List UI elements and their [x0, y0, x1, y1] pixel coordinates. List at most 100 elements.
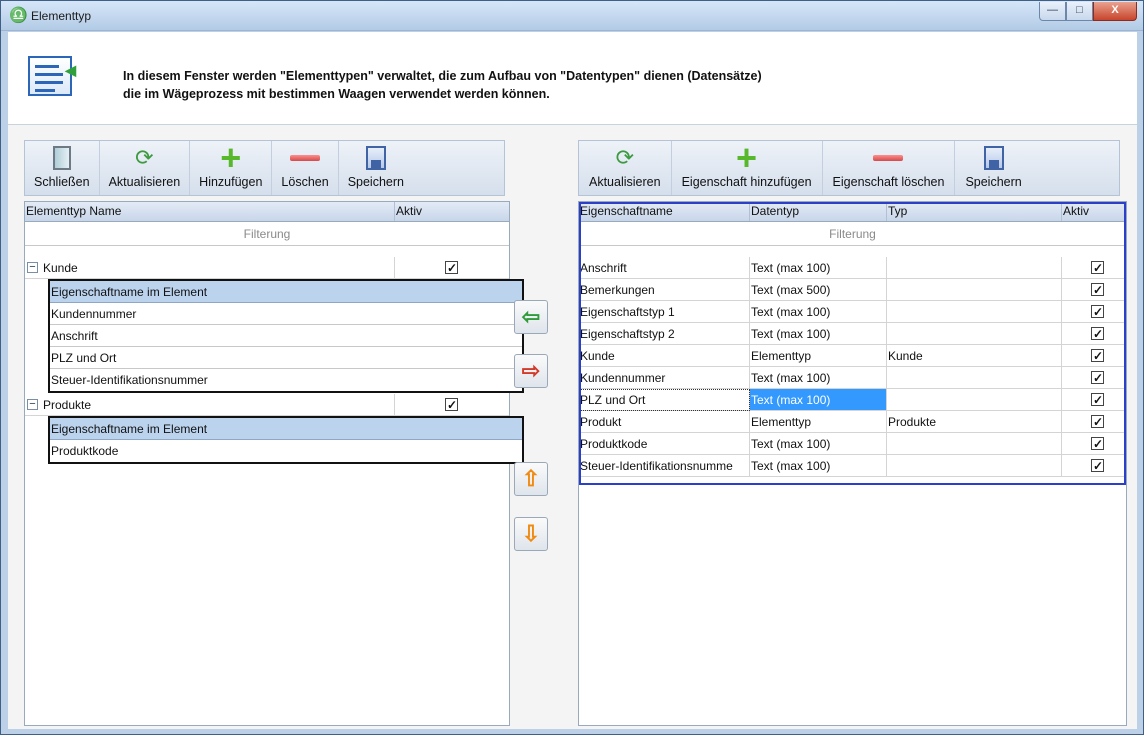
cell-name[interactable]: Steuer-Identifikationsnumme [579, 455, 750, 477]
close-button[interactable]: X [1093, 2, 1137, 21]
cell-datatype[interactable]: Text (max 500) [750, 279, 887, 301]
left-toolbar: Schließen ⟳ Aktualisieren + Hinzufügen L… [24, 140, 505, 196]
table-row[interactable]: Bemerkungen Text (max 500) [579, 279, 1126, 301]
move-left-button[interactable]: ⇦ [514, 300, 548, 334]
filter-row[interactable]: Filterung [579, 222, 1126, 246]
move-up-button[interactable]: ⇧ [514, 462, 548, 496]
cell-datatype[interactable]: Elementtyp [750, 411, 887, 433]
cell-datatype[interactable]: Text (max 100) [750, 323, 887, 345]
maximize-button[interactable]: □ [1066, 2, 1093, 21]
add-property-button[interactable]: + Eigenschaft hinzufügen [672, 140, 823, 195]
info-text: In diesem Fenster werden "Elementtypen" … [123, 67, 762, 103]
cell-name[interactable]: Kundennummer [579, 367, 750, 389]
detail-header[interactable]: Eigenschaftname im Element [50, 281, 522, 303]
cell-datatype[interactable]: Text (max 100) [750, 367, 887, 389]
cell-datatype[interactable]: Text (max 100) [750, 455, 887, 477]
active-checkbox[interactable] [1091, 323, 1104, 344]
list-item[interactable]: Steuer-Identifikationsnummer [50, 369, 522, 391]
table-row[interactable]: Steuer-Identifikationsnumme Text (max 100… [579, 455, 1126, 477]
cell-type[interactable] [887, 257, 1062, 279]
cell-name[interactable]: PLZ und Ort [579, 389, 750, 411]
collapse-icon[interactable]: − [27, 399, 38, 410]
list-item[interactable]: PLZ und Ort [50, 347, 522, 369]
save-left-button[interactable]: Speichern [339, 141, 413, 195]
table-row[interactable]: Anschrift Text (max 100) [579, 257, 1126, 279]
active-checkbox[interactable] [1091, 433, 1104, 454]
cell-datatype[interactable]: Text (max 100) [750, 257, 887, 279]
cell-datatype[interactable]: Elementtyp [750, 345, 887, 367]
table-row[interactable]: Eigenschaftstyp 1 Text (max 100) [579, 301, 1126, 323]
minimize-button[interactable]: — [1039, 2, 1066, 21]
produkte-detail-table: Eigenschaftname im Element Produktkode [48, 416, 524, 464]
active-checkbox[interactable] [445, 394, 458, 415]
cell-type[interactable] [887, 455, 1062, 477]
refresh-left-label: Aktualisieren [108, 175, 181, 189]
table-row[interactable]: Produkt Elementtyp Produkte [579, 411, 1126, 433]
cell-type[interactable] [887, 301, 1062, 323]
cell-type[interactable] [887, 367, 1062, 389]
column-header-datatype[interactable]: Datentyp [750, 202, 887, 221]
group-row-produkte[interactable]: − Produkte [25, 394, 509, 416]
active-checkbox[interactable] [1091, 367, 1104, 388]
cell-type[interactable]: Kunde [887, 345, 1062, 367]
move-right-button[interactable]: ⇨ [514, 354, 548, 388]
cell-name[interactable]: Anschrift [579, 257, 750, 279]
active-checkbox[interactable] [445, 257, 458, 278]
list-icon: ◀ [28, 56, 76, 96]
window: ♎ Elementtyp — □ X ◀ In diesem Fenster w… [0, 0, 1144, 735]
table-row[interactable]: Kunde Elementtyp Kunde [579, 345, 1126, 367]
column-header-type[interactable]: Typ [887, 202, 1062, 221]
active-checkbox[interactable] [1091, 411, 1104, 432]
table-row[interactable]: PLZ und Ort Text (max 100) [579, 389, 1126, 411]
move-down-button[interactable]: ⇩ [514, 517, 548, 551]
save-right-button[interactable]: Speichern [955, 141, 1031, 195]
active-checkbox[interactable] [1091, 389, 1104, 410]
scale-icon: ♎ [9, 7, 28, 24]
list-item[interactable]: Anschrift [50, 325, 522, 347]
cell-type[interactable] [887, 433, 1062, 455]
add-element-button[interactable]: + Hinzufügen [190, 140, 273, 195]
column-header-name[interactable]: Eigenschaftname [579, 202, 750, 221]
active-checkbox[interactable] [1091, 455, 1104, 476]
detail-header[interactable]: Eigenschaftname im Element [50, 418, 522, 440]
cell-datatype[interactable]: Text (max 100) [750, 433, 887, 455]
property-grid: Eigenschaftname Datentyp Typ Aktiv Filte… [578, 201, 1127, 726]
save-icon [983, 146, 1004, 170]
table-row[interactable]: Eigenschaftstyp 2 Text (max 100) [579, 323, 1126, 345]
cell-name[interactable]: Produktkode [579, 433, 750, 455]
delete-property-button[interactable]: Eigenschaft löschen [823, 141, 956, 195]
save-right-label: Speichern [965, 175, 1022, 189]
active-checkbox[interactable] [1091, 345, 1104, 366]
cell-type[interactable]: Produkte [887, 411, 1062, 433]
list-item[interactable]: Kundennummer [50, 303, 522, 325]
active-checkbox[interactable] [1091, 301, 1104, 322]
close-element-button[interactable]: Schließen [25, 141, 100, 195]
delete-element-button[interactable]: Löschen [272, 141, 339, 195]
table-row[interactable]: Kundennummer Text (max 100) [579, 367, 1126, 389]
cell-name[interactable]: Kunde [579, 345, 750, 367]
list-item[interactable]: Produktkode [50, 440, 522, 462]
column-header-active[interactable]: Aktiv [1062, 202, 1126, 221]
refresh-right-button[interactable]: ⟳ Aktualisieren [579, 141, 672, 195]
active-checkbox[interactable] [1091, 279, 1104, 300]
cell-name[interactable]: Eigenschaftstyp 2 [579, 323, 750, 345]
cell-type[interactable] [887, 389, 1062, 411]
column-header-name[interactable]: Elementtyp Name [25, 202, 395, 221]
group-row-kunde[interactable]: − Kunde [25, 257, 509, 279]
right-toolbar: ⟳ Aktualisieren + Eigenschaft hinzufügen… [578, 140, 1120, 196]
cell-datatype[interactable]: Text (max 100) [750, 389, 887, 411]
collapse-icon[interactable]: − [27, 262, 38, 273]
cell-type[interactable] [887, 279, 1062, 301]
table-row[interactable]: Produktkode Text (max 100) [579, 433, 1126, 455]
group-name: Produkte [43, 398, 92, 412]
filter-row[interactable]: Filterung [25, 222, 509, 246]
refresh-left-button[interactable]: ⟳ Aktualisieren [100, 141, 191, 195]
cell-name[interactable]: Eigenschaftstyp 1 [579, 301, 750, 323]
cell-name[interactable]: Produkt [579, 411, 750, 433]
cell-name[interactable]: Bemerkungen [579, 279, 750, 301]
cell-type[interactable] [887, 323, 1062, 345]
active-checkbox[interactable] [1091, 257, 1104, 278]
delete-property-label: Eigenschaft löschen [832, 175, 945, 189]
cell-datatype[interactable]: Text (max 100) [750, 301, 887, 323]
column-header-active[interactable]: Aktiv [395, 202, 509, 221]
